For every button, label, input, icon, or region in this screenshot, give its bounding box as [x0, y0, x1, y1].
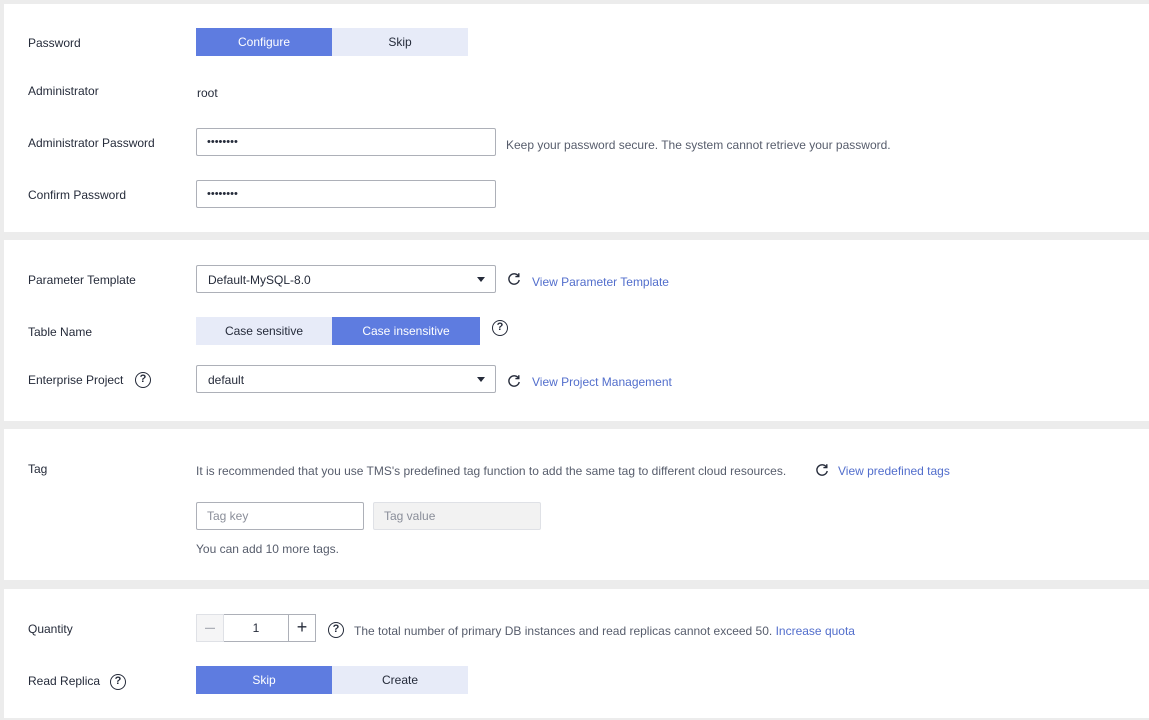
decrease-button[interactable]: –	[196, 614, 224, 642]
password-toggle-group: Configure Skip	[196, 28, 468, 56]
confirm-password-label: Confirm Password	[28, 188, 127, 202]
read-replica-label: Read Replica	[28, 674, 101, 688]
view-parameter-template-link[interactable]: View Parameter Template	[532, 274, 669, 290]
quantity-stepper: – 1 +	[196, 614, 316, 642]
password-skip-button[interactable]: Skip	[332, 28, 468, 56]
tag-section: Tag It is recommended that you use TMS's…	[4, 429, 1149, 580]
quantity-hint-text: The total number of primary DB instances…	[354, 624, 773, 638]
view-predefined-tags-link[interactable]: View predefined tags	[838, 463, 950, 479]
case-insensitive-button[interactable]: Case insensitive	[332, 317, 480, 345]
password-section: Password Configure Skip Administrator ro…	[4, 4, 1149, 232]
password-configure-button[interactable]: Configure	[196, 28, 332, 56]
parameter-template-value: Default-MySQL-8.0	[208, 273, 311, 287]
enterprise-project-label: Enterprise Project	[28, 373, 124, 387]
table-name-label: Table Name	[28, 325, 93, 339]
tag-remaining-text: You can add 10 more tags.	[196, 542, 339, 556]
parameter-template-select[interactable]: Default-MySQL-8.0	[196, 265, 496, 293]
increase-button[interactable]: +	[288, 614, 316, 642]
quantity-help-icon[interactable]: ?	[328, 622, 344, 638]
password-label: Password	[28, 36, 81, 50]
quantity-hint: The total number of primary DB instances…	[354, 623, 855, 639]
quantity-section: Quantity – 1 + ? The total number of pri…	[4, 589, 1149, 718]
view-project-management-link[interactable]: View Project Management	[532, 374, 672, 390]
config-section: Parameter Template Default-MySQL-8.0 Vie…	[4, 240, 1149, 421]
refresh-icon[interactable]	[507, 374, 521, 388]
admin-password-label: Administrator Password	[28, 136, 155, 150]
admin-password-input[interactable]	[196, 128, 496, 156]
tag-key-input[interactable]	[196, 502, 364, 530]
quantity-value[interactable]: 1	[224, 614, 288, 642]
parameter-template-label: Parameter Template	[28, 273, 136, 287]
table-name-toggle-group: Case sensitive Case insensitive	[196, 317, 480, 345]
confirm-password-input[interactable]	[196, 180, 496, 208]
tag-label: Tag	[28, 462, 48, 476]
enterprise-project-help-icon[interactable]: ?	[135, 372, 151, 388]
chevron-down-icon	[477, 277, 485, 282]
quantity-label: Quantity	[28, 622, 73, 636]
administrator-label: Administrator	[28, 84, 99, 98]
read-replica-create-button[interactable]: Create	[332, 666, 468, 694]
increase-quota-link[interactable]: Increase quota	[776, 624, 855, 638]
administrator-value: root	[197, 86, 218, 100]
enterprise-project-value: default	[208, 373, 245, 387]
admin-password-hint: Keep your password secure. The system ca…	[506, 138, 891, 152]
read-replica-help-icon[interactable]: ?	[110, 674, 126, 690]
tag-hint: It is recommended that you use TMS's pre…	[196, 464, 787, 478]
tag-value-input[interactable]	[373, 502, 541, 530]
chevron-down-icon	[477, 377, 485, 382]
read-replica-toggle-group: Skip Create	[196, 666, 468, 694]
enterprise-project-select[interactable]: default	[196, 365, 496, 393]
refresh-icon[interactable]	[815, 463, 829, 477]
read-replica-skip-button[interactable]: Skip	[196, 666, 332, 694]
table-name-help-icon[interactable]: ?	[492, 320, 508, 336]
refresh-icon[interactable]	[507, 272, 521, 286]
case-sensitive-button[interactable]: Case sensitive	[196, 317, 332, 345]
